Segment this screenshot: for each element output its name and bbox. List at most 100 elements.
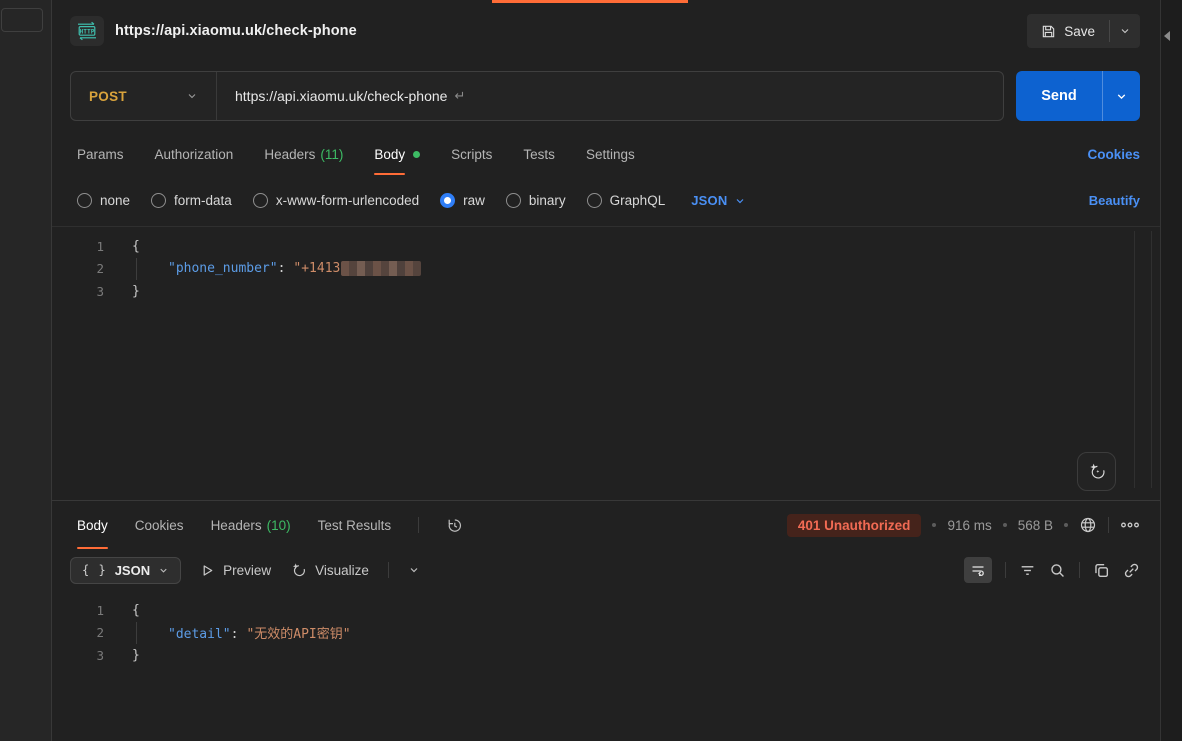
tab-authorization[interactable]: Authorization [155,134,234,175]
cookies-link[interactable]: Cookies [1087,147,1140,162]
visualize-button[interactable]: Visualize [290,562,369,579]
copy-response-button[interactable] [1093,562,1110,579]
response-body-viewer[interactable]: 1 { 2 "detail":"无效的API密钥" 3 } [52,591,1160,741]
line-number: 1 [52,239,104,254]
url-value: https://api.xiaomu.uk/check-phone [235,88,447,104]
chevron-down-icon [1115,90,1128,103]
active-tab-indicator [492,0,688,3]
body-mode-row: none form-data x-www-form-urlencoded raw… [52,175,1160,227]
body-modified-dot [413,151,420,158]
collapse-arrow-icon[interactable] [1164,31,1170,41]
chevron-down-icon [1119,25,1131,37]
response-tab-cookies[interactable]: Cookies [135,501,184,549]
response-size[interactable]: 568 B [1018,518,1053,533]
code-line: 2 "detail":"无效的API密钥" [52,622,1160,645]
code-line: 2 "phone_number":"+1413 [52,258,1160,281]
response-toolbar-right [964,557,1140,583]
save-split-button: Save [1027,14,1140,48]
mode-raw[interactable]: raw [440,193,485,208]
response-tab-body[interactable]: Body [77,501,108,549]
network-info-button[interactable] [1079,516,1097,534]
tab-tests[interactable]: Tests [523,134,555,175]
mode-none[interactable]: none [77,193,130,208]
panel-edge-line [1151,231,1152,488]
response-tab-headers[interactable]: Headers (10) [211,501,291,549]
response-more-options-button[interactable] [1120,520,1140,530]
line-number: 1 [52,603,104,618]
more-options-icon [1120,520,1140,530]
editor-scrollbar-track[interactable] [1134,231,1135,488]
save-button-label: Save [1064,24,1095,39]
dot-separator [1064,523,1068,527]
filter-button[interactable] [1019,562,1036,579]
radio-binary[interactable] [506,193,521,208]
radio-x-www-form-urlencoded[interactable] [253,193,268,208]
postbot-ai-button[interactable] [1077,452,1116,491]
response-format-select[interactable]: { } JSON [70,557,181,584]
line-number: 3 [52,284,104,299]
send-options-button[interactable] [1103,71,1140,121]
mode-binary[interactable]: binary [506,193,566,208]
tab-body[interactable]: Body [374,134,420,175]
divider [388,562,389,578]
code-line: 3 } [52,644,1160,667]
save-icon [1041,24,1056,39]
collapsed-tab-outline[interactable] [1,8,43,32]
radio-graphql[interactable] [587,193,602,208]
search-icon [1049,562,1066,579]
divider [418,517,419,533]
wrap-text-icon [970,562,986,578]
save-options-button[interactable] [1110,14,1140,48]
line-number: 3 [52,648,104,663]
response-tab-test-results[interactable]: Test Results [318,501,392,549]
response-toolbar: { } JSON Preview Visualize [52,549,1160,591]
chevron-down-icon [734,195,746,207]
main-panel: HTTP https://api.xiaomu.uk/check-phone S… [52,0,1160,741]
preview-play-icon [200,563,215,578]
chevron-down-icon [186,90,198,102]
save-button[interactable]: Save [1027,14,1109,48]
response-time[interactable]: 916 ms [947,518,991,533]
line-number: 2 [52,261,104,276]
mode-form-data[interactable]: form-data [151,193,232,208]
ai-sparkle-icon [1087,462,1107,482]
link-button[interactable] [1123,562,1140,579]
code-line: 1 { [52,599,1160,622]
tab-params[interactable]: Params [77,134,124,175]
response-meta: 401 Unauthorized 916 ms 568 B [787,514,1140,537]
chevron-down-icon [408,564,420,576]
dot-separator [1003,523,1007,527]
preview-button[interactable]: Preview [200,563,271,578]
raw-language-select[interactable]: JSON [691,193,746,208]
url-input[interactable]: https://api.xiaomu.uk/check-phone ↵ [217,72,483,120]
radio-raw-selected[interactable] [440,193,455,208]
visualize-options-button[interactable] [408,564,420,576]
redacted-phone-blur [341,261,421,276]
response-history-button[interactable] [446,517,463,534]
globe-icon [1079,516,1097,534]
status-badge[interactable]: 401 Unauthorized [787,514,922,537]
indent-guide [136,258,137,281]
radio-none[interactable] [77,193,92,208]
radio-form-data[interactable] [151,193,166,208]
tab-scripts[interactable]: Scripts [451,134,492,175]
copy-icon [1093,562,1110,579]
http-method-icon: HTTP [70,16,104,46]
wrap-text-button[interactable] [964,557,992,583]
method-label: POST [89,89,127,104]
request-body-editor[interactable]: 1 { 2 "phone_number":"+1413 3 } [52,227,1160,500]
tab-headers[interactable]: Headers (11) [264,134,343,175]
url-row: POST https://api.xiaomu.uk/check-phone ↵… [70,71,1140,121]
divider [1005,562,1006,578]
request-tabs: Params Authorization Headers (11) Body S… [52,134,1160,175]
divider [1108,517,1109,533]
send-button[interactable]: Send [1016,71,1103,121]
mode-x-www-form-urlencoded[interactable]: x-www-form-urlencoded [253,193,419,208]
search-button[interactable] [1049,562,1066,579]
tab-settings[interactable]: Settings [586,134,635,175]
code-line: 3 } [52,280,1160,303]
beautify-link[interactable]: Beautify [1089,193,1140,208]
method-select[interactable]: POST [71,72,217,120]
headers-count-badge: (11) [320,147,343,162]
mode-graphql[interactable]: GraphQL [587,193,666,208]
